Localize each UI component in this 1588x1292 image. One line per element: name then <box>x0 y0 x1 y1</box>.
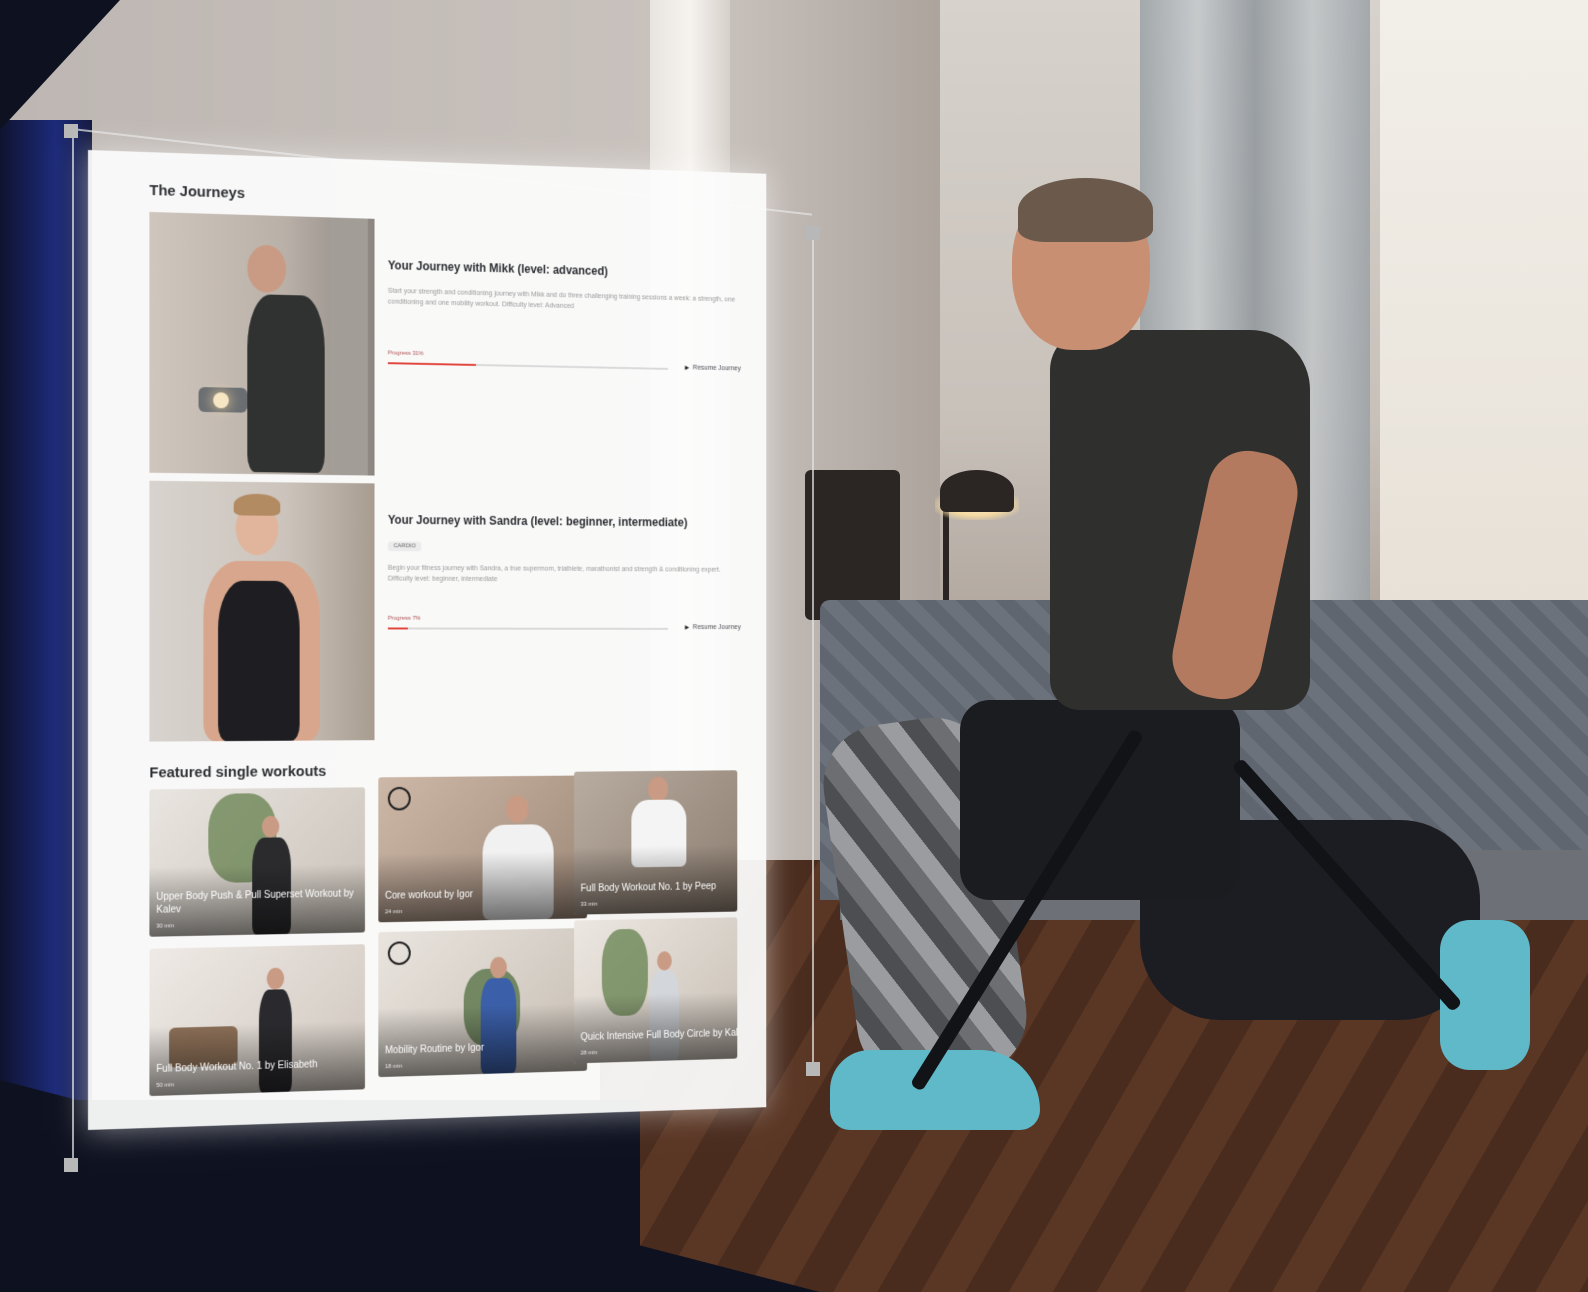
journey-title[interactable]: Your Journey with Sandra (level: beginne… <box>388 513 741 530</box>
frame-corner-handle[interactable] <box>64 124 78 138</box>
frame-corner-handle[interactable] <box>64 1158 78 1172</box>
workout-card[interactable]: Full Body Workout No. 1 by Elisabeth 50 … <box>149 944 365 1097</box>
journey-progress-label: Progress 31% <box>387 350 424 358</box>
journey-info: Your Journey with Mikk (level: advanced)… <box>387 258 741 373</box>
resume-journey-label: Resume Journey <box>692 624 741 631</box>
frame-line-left <box>72 128 74 1168</box>
journey-card[interactable]: Your Journey with Mikk (level: advanced)… <box>149 211 744 480</box>
journeys-section-title: The Journeys <box>149 182 245 202</box>
athlete-hair <box>1018 178 1153 242</box>
journey-tag-badge: CARDIO <box>387 541 422 552</box>
journey-title[interactable]: Your Journey with Mikk (level: advanced) <box>388 258 741 281</box>
workout-duration: 18 min <box>385 1063 403 1071</box>
play-icon: ▶ <box>684 365 690 372</box>
journey-progress-label: Progress 7% <box>387 615 421 622</box>
journey-card[interactable]: Your Journey with Sandra (level: beginne… <box>149 480 744 742</box>
journey-thumbnail[interactable] <box>149 480 375 742</box>
play-icon: ▶ <box>684 625 690 631</box>
workout-duration: 50 min <box>156 1082 175 1089</box>
journey-progress-bar <box>387 362 669 370</box>
frame-line-right <box>812 230 814 1070</box>
featured-section-title: Featured single workouts <box>149 763 327 782</box>
bed-headboard <box>805 470 900 620</box>
frame-corner-handle[interactable] <box>806 1062 820 1076</box>
journey-description: Start your strength and conditioning jou… <box>387 287 736 310</box>
resume-journey-button[interactable]: ▶ Resume Journey <box>685 624 741 631</box>
lamp-stand <box>943 505 949 615</box>
app-panel: The Journeys Your Journey with Mikk (lev… <box>88 150 767 1130</box>
app-screen: The Journeys Your Journey with Mikk (lev… <box>88 150 779 1150</box>
workout-card[interactable]: Full Body Workout No. 1 by Peep 33 min <box>574 770 738 915</box>
workout-duration: 24 min <box>385 909 403 916</box>
resume-journey-button[interactable]: ▶ Resume Journey <box>684 364 741 373</box>
lamp-shade <box>940 470 1014 512</box>
workout-duration: 30 min <box>156 923 175 930</box>
journey-thumbnail[interactable] <box>149 211 375 476</box>
journey-info: Your Journey with Sandra (level: beginne… <box>387 513 741 631</box>
window <box>1380 0 1588 690</box>
workout-title: Upper Body Push & Pull Superset Workout … <box>156 888 354 916</box>
ring-icon <box>387 786 411 811</box>
workout-card[interactable]: Core workout by Igor 24 min <box>378 775 588 923</box>
journey-progress-bar <box>387 627 669 630</box>
workout-card[interactable]: Quick Intensive Full Body Circle by Kale… <box>574 917 738 1064</box>
journey-progress-fill <box>387 627 408 630</box>
left-dark-stripe <box>0 120 92 1180</box>
ring-icon <box>387 941 411 966</box>
scene: The Journeys Your Journey with Mikk (lev… <box>0 0 1588 1292</box>
featured-workouts-grid: Upper Body Push & Pull Superset Workout … <box>149 770 744 1108</box>
frame-corner-handle[interactable] <box>806 226 820 240</box>
journey-description: Begin your fitness journey with Sandra, … <box>387 564 721 583</box>
journey-progress-fill <box>387 362 476 366</box>
workout-duration: 28 min <box>580 1050 598 1057</box>
top-left-dark-corner <box>0 0 120 130</box>
workout-card[interactable]: Upper Body Push & Pull Superset Workout … <box>149 787 365 937</box>
resume-journey-label: Resume Journey <box>692 364 741 373</box>
workout-card[interactable]: Mobility Routine by Igor 18 min <box>378 927 588 1078</box>
workout-duration: 33 min <box>580 901 598 908</box>
